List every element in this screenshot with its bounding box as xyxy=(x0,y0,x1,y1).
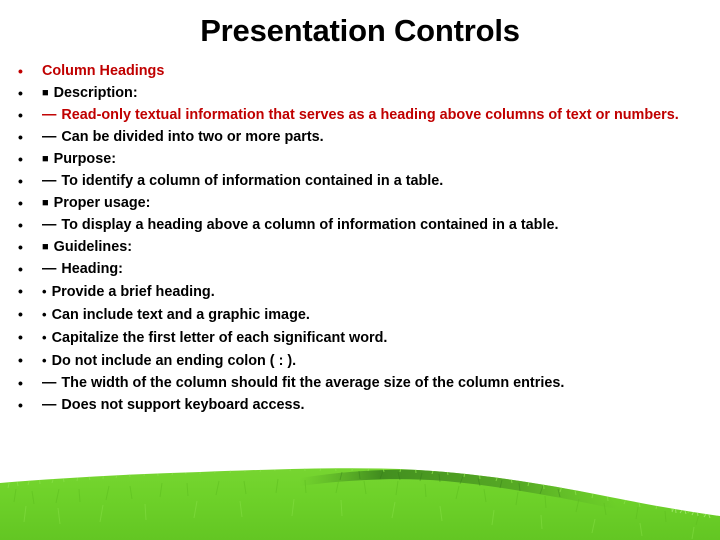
grass-crest-shadow xyxy=(300,469,620,510)
list-item-text: ■ Proper usage: xyxy=(42,193,714,215)
list-item-text: — Heading: xyxy=(42,259,714,281)
list-item-label: Can include text and a graphic image. xyxy=(51,307,310,323)
bullet-marker-icon: • xyxy=(18,352,23,368)
list-item-label: Proper usage: xyxy=(53,195,151,211)
list-item: • — Does not support keyboard access. xyxy=(14,395,714,417)
list-item-text: Column Headings xyxy=(42,61,714,83)
list-item-label: Do not include an ending colon ( : ). xyxy=(51,353,297,369)
sub-bullet-dot-icon: • xyxy=(42,353,47,368)
sub-bullet-dash-icon: — xyxy=(42,107,57,123)
sub-bullet-dot-icon: • xyxy=(42,307,47,322)
bullet-marker-icon: • xyxy=(18,329,23,345)
sub-bullet-dash-icon: — xyxy=(42,261,57,277)
bullet-marker-icon: • xyxy=(18,397,23,413)
list-item: • • Provide a brief heading. xyxy=(14,281,714,304)
sub-bullet-square-icon: ■ xyxy=(42,87,49,99)
list-item: • ■ Description: xyxy=(14,83,714,105)
bullet-marker-icon: • xyxy=(18,195,23,211)
bullet-marker-icon: • xyxy=(18,306,23,322)
list-item: • — Can be divided into two or more parts. xyxy=(14,127,714,149)
list-item-text: • Capitalize the first letter of each sig… xyxy=(42,327,714,350)
list-item-text: • Do not include an ending colon ( : ). xyxy=(42,350,714,373)
list-item: • ■ Guidelines: xyxy=(14,237,714,259)
grass-blade-texture xyxy=(7,468,719,540)
list-item-label: Capitalize the first letter of each sign… xyxy=(51,330,388,346)
bullet-marker-icon: • xyxy=(18,107,23,123)
bullet-list: • Column Headings • ■ Description: • — Read-onl… xyxy=(14,61,714,417)
list-item-label: Guidelines: xyxy=(53,239,133,255)
bullet-marker-icon: • xyxy=(18,239,23,255)
bullet-marker-icon: • xyxy=(18,375,23,391)
list-item-text: • Can include text and a graphic image. xyxy=(42,304,714,327)
page-title: Presentation Controls xyxy=(200,13,520,48)
list-item: • • Do not include an ending colon ( : ). xyxy=(14,350,714,373)
list-item-text: — Can be divided into two or more parts. xyxy=(42,127,714,149)
sub-bullet-dash-icon: — xyxy=(42,397,57,413)
bullet-marker-icon: • xyxy=(18,63,23,79)
bullet-marker-icon: • xyxy=(18,85,23,101)
list-item-label: Provide a brief heading. xyxy=(51,284,215,300)
bullet-marker-icon: • xyxy=(18,173,23,189)
list-item: • — Heading: xyxy=(14,259,714,281)
list-item-label: Column Headings xyxy=(42,63,165,79)
list-item: • ■ Purpose: xyxy=(14,149,714,171)
list-item-text: — To identify a column of information con… xyxy=(42,171,714,193)
list-item: • ■ Proper usage: xyxy=(14,193,714,215)
bullet-marker-icon: • xyxy=(18,217,23,233)
sub-bullet-dot-icon: • xyxy=(42,330,47,345)
list-item-text: — To display a heading above a column of … xyxy=(42,215,714,237)
list-item-label: To display a heading above a column of i… xyxy=(61,217,559,233)
sub-bullet-square-icon: ■ xyxy=(42,153,49,165)
list-item: • — Read-only textual information that ser… xyxy=(14,105,714,127)
sub-bullet-square-icon: ■ xyxy=(42,241,49,253)
list-item-text: ■ Purpose: xyxy=(42,149,714,171)
list-item-text: — Does not support keyboard access. xyxy=(42,395,714,417)
list-item-label: Purpose: xyxy=(53,151,117,167)
sub-bullet-dot-icon: • xyxy=(42,284,47,299)
bullet-marker-icon: • xyxy=(18,261,23,277)
list-item: • — The width of the column should fit the… xyxy=(14,373,714,395)
list-item-text: ■ Description: xyxy=(42,83,714,105)
bullet-marker-icon: • xyxy=(18,151,23,167)
list-item-label: Heading: xyxy=(61,261,123,277)
sub-bullet-dash-icon: — xyxy=(42,217,57,233)
sub-bullet-dash-icon: — xyxy=(42,173,57,189)
list-item-text: — Read-only textual information that serv… xyxy=(42,105,714,127)
sub-bullet-dash-icon: — xyxy=(42,375,57,391)
list-item-text: • Provide a brief heading. xyxy=(42,281,714,304)
bullet-marker-icon: • xyxy=(18,129,23,145)
sub-bullet-square-icon: ■ xyxy=(42,197,49,209)
slide-canvas: Presentation Controls • Column Headings • ■… xyxy=(0,0,720,540)
grass-hill-graphic xyxy=(0,468,720,540)
bullet-marker-icon: • xyxy=(18,283,23,299)
list-item-label: Read-only textual information that serve… xyxy=(61,107,679,123)
list-item: • — To display a heading above a column of… xyxy=(14,215,714,237)
list-item: • • Can include text and a graphic image. xyxy=(14,304,714,327)
list-item-label: Does not support keyboard access. xyxy=(61,397,305,413)
list-item-text: ■ Guidelines: xyxy=(42,237,714,259)
list-item-text: — The width of the column should fit the … xyxy=(42,373,714,395)
list-item-label: Can be divided into two or more parts. xyxy=(61,129,324,145)
sub-bullet-dash-icon: — xyxy=(42,129,57,145)
list-item: • Column Headings xyxy=(14,61,714,83)
grass-hill-body xyxy=(0,468,720,540)
list-item-label: Description: xyxy=(53,85,138,101)
list-item: • — To identify a column of information co… xyxy=(14,171,714,193)
list-item-label: The width of the column should fit the a… xyxy=(61,375,565,391)
list-item: • • Capitalize the first letter of each si… xyxy=(14,327,714,350)
list-item-label: To identify a column of information cont… xyxy=(61,173,444,189)
